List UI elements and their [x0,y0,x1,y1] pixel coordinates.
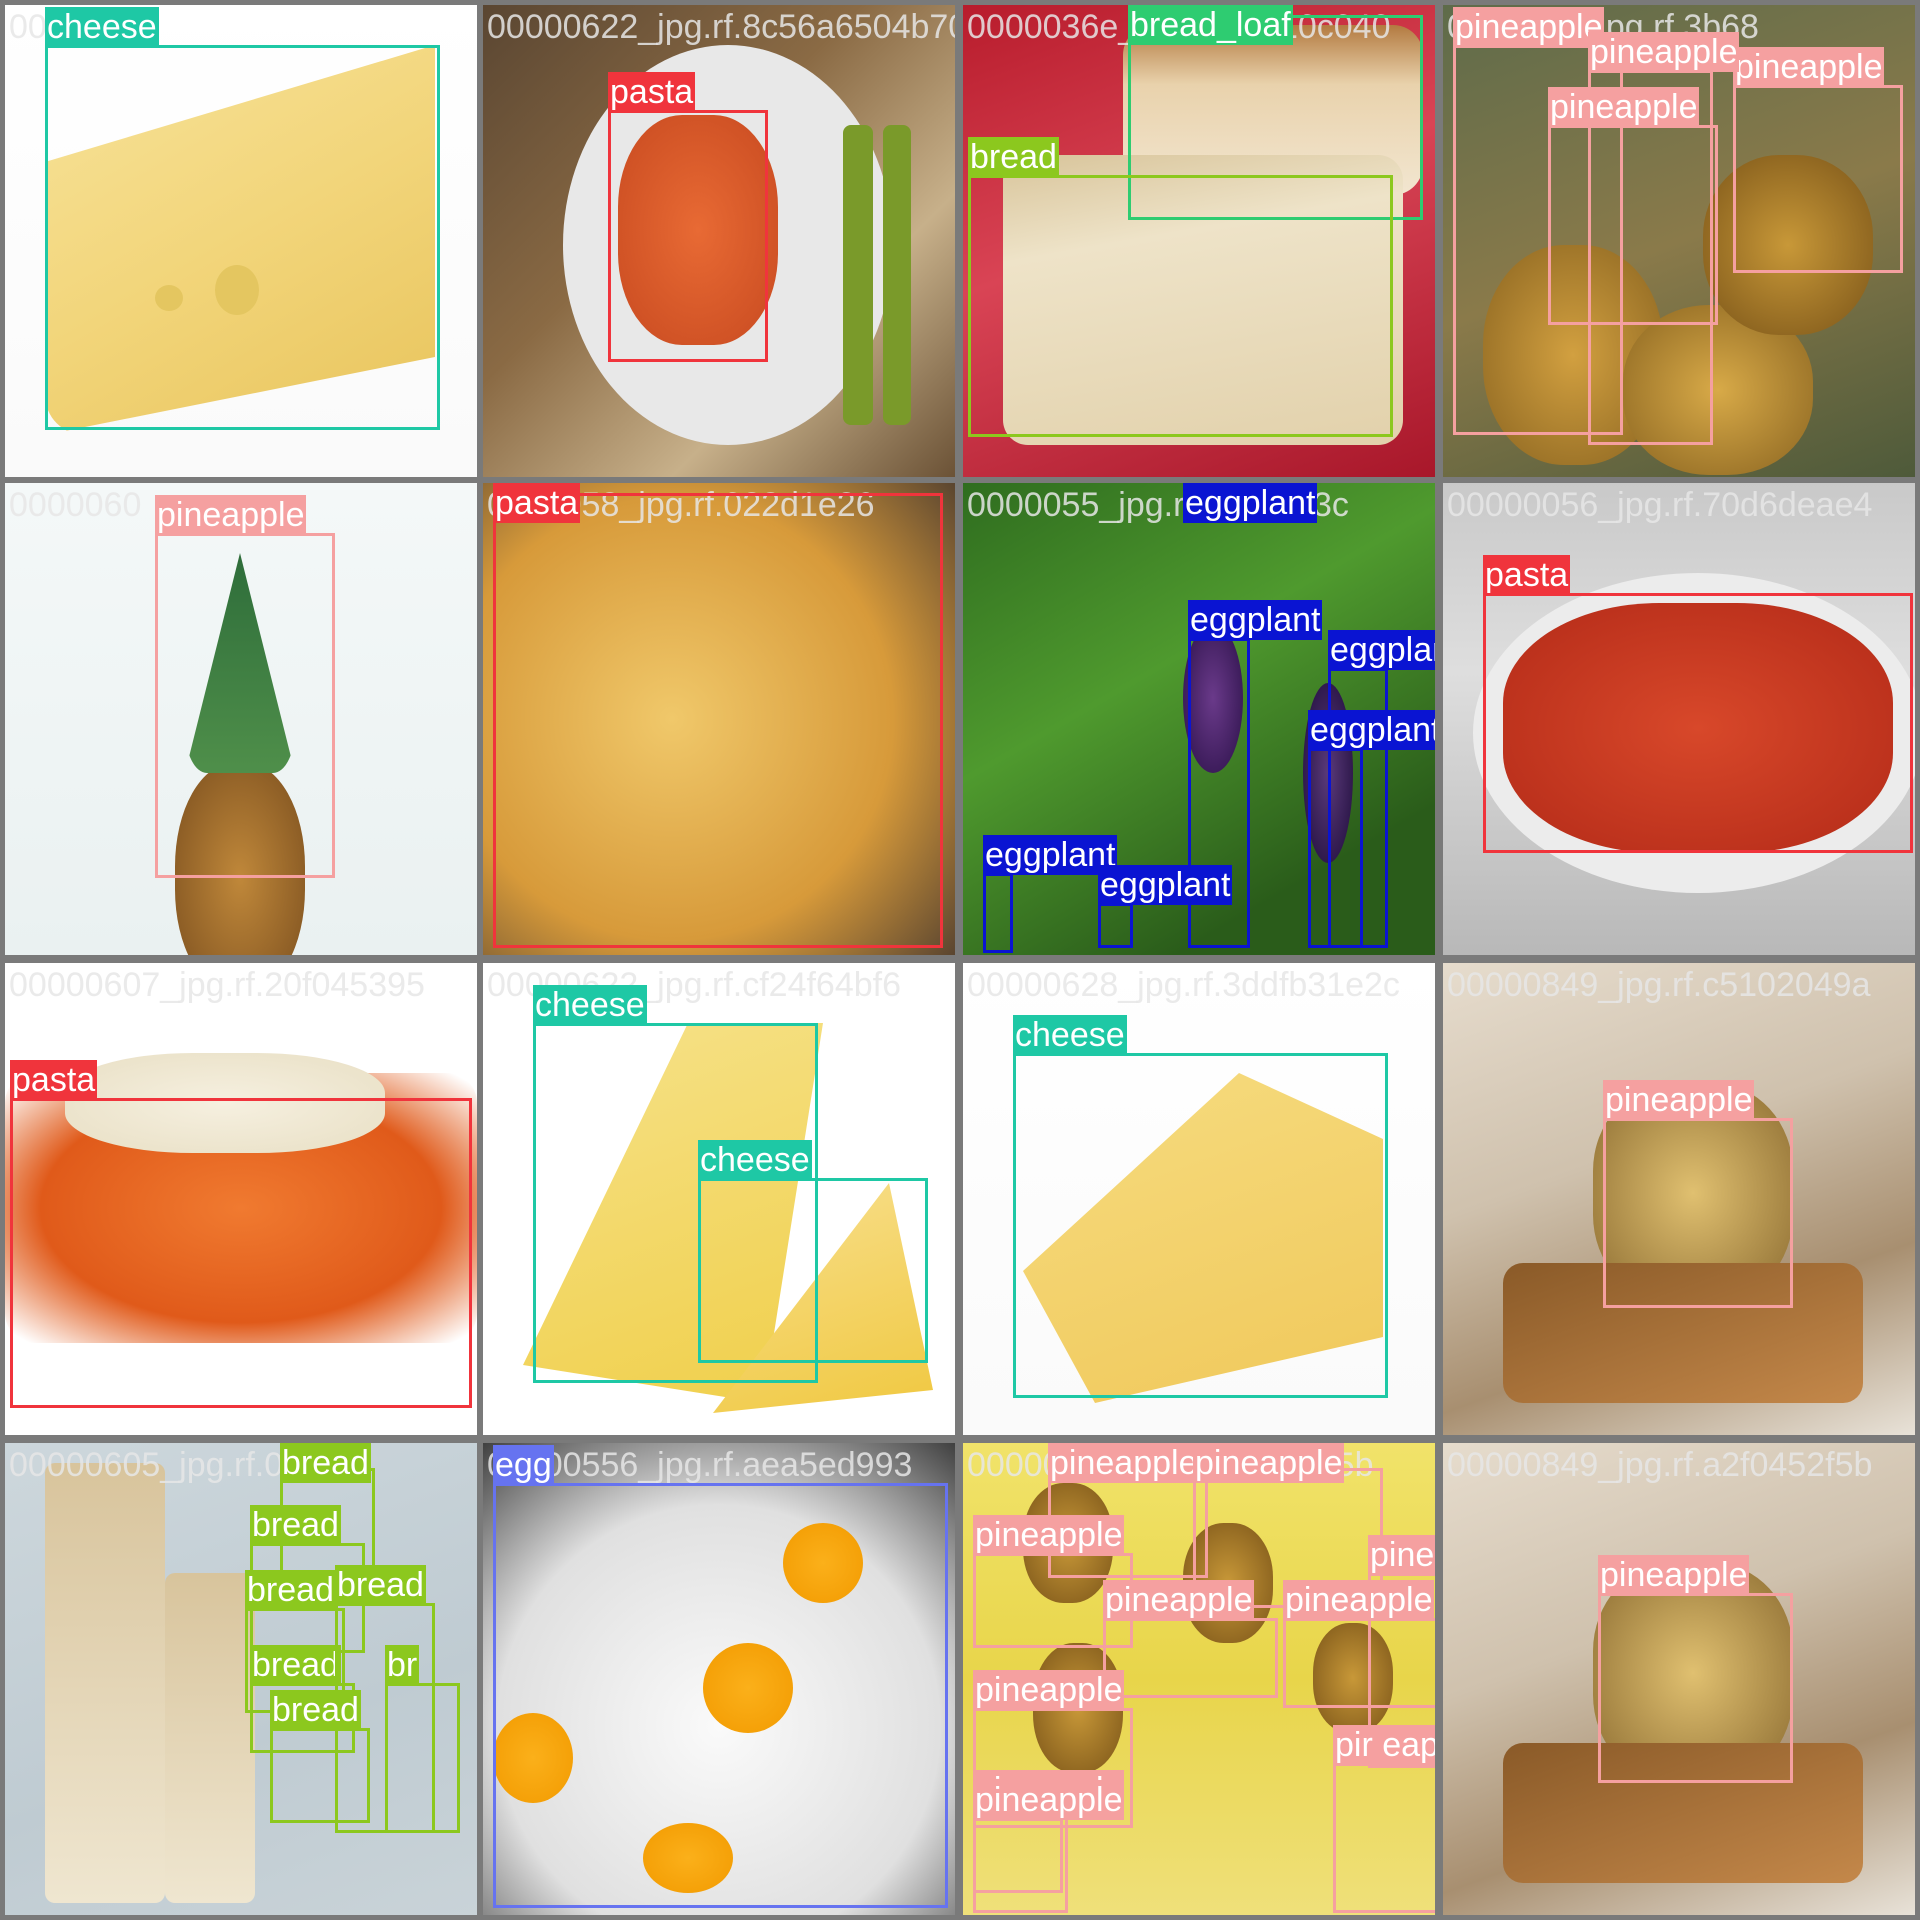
image-tile: 0000090_jpg.rf.3b68pineapplepineapplepin… [1443,5,1915,477]
bounding-box [1733,85,1903,273]
box-label: cheese [698,1140,812,1180]
box-label: pineapple [1368,1535,1435,1575]
box-label: egg [493,1445,554,1485]
bounding-box [698,1178,928,1363]
bounding-box [983,873,1013,953]
box-label: pir eapple [1333,1725,1435,1765]
image-tile: 00000605_jpg.rf.0fc962 bread bread bread bre… [5,1443,477,1915]
box-label: pineapple [973,1780,1125,1820]
box-label: cheese [1013,1015,1127,1055]
box-label: pineapple [1588,32,1740,72]
box-label: pasta [1483,555,1571,595]
image-tile: 0000058_jpg.rf.022d1e26 pasta [483,483,955,955]
box-label: cheese [533,985,647,1025]
box-label: pasta [493,483,581,523]
box-label: pineapple [155,495,307,535]
box-label: cheese [45,7,159,47]
image-tile: 00000622_jpg.rf.8c56a6504b708acc0555past… [483,5,955,477]
bounding-box [1013,1053,1388,1398]
bounding-box [155,533,335,878]
bounding-box [968,175,1393,437]
image-tile: 00000849_jpg.rf.c5102049a pineapple [1443,963,1915,1435]
box-label: pineapple [1548,87,1700,127]
image-tile: 00000849_jpg.rf.a2f0452f5b pineapple [1443,1443,1915,1915]
bounding-box [10,1098,472,1408]
image-tile: 00000056_jpg.rf.70d6deae4 pasta [1443,483,1915,955]
box-label: br [385,1645,420,1685]
image-tile: 00000849_jpg.rf.2f0452f5bpineapplepineap… [963,1443,1435,1915]
bounding-box [493,493,943,948]
bounding-box [1548,125,1718,325]
image-tile: 00 cheese [5,5,477,477]
bounding-box [1598,1593,1793,1783]
box-label: eggplant [1328,630,1435,670]
box-label: pasta [608,72,696,112]
detection-grid: 00cheese00000622_jpg.rf.8c56a6504b708acc… [0,0,1920,1920]
bounding-box [1483,593,1913,853]
box-label: bread [335,1565,426,1605]
bounding-box [608,110,768,362]
box-label: eggplant [1183,483,1318,523]
photo-object [843,125,873,425]
image-tile: 0000060 pineapple [5,483,477,955]
box-label: bread [280,1443,371,1483]
box-label: bread_loaf [1128,5,1293,45]
image-tile: 00000622_jpg.rf.cf24f64bf6 cheese cheese [483,963,955,1435]
box-label: pineapple [973,1670,1125,1710]
bounding-box [1103,1618,1278,1698]
box-label: pasta [10,1060,98,1100]
image-tile: 00000628_jpg.rf.3ddfb31e2c cheese [963,963,1435,1435]
bounding-box [1603,1118,1793,1308]
box-label: bread [270,1690,361,1730]
bounding-box [973,1818,1063,1893]
bounding-box [493,1483,948,1908]
box-label: bread [250,1645,341,1685]
bounding-box [45,45,440,430]
photo-object [45,1463,165,1903]
box-label: pineapple [1103,1580,1255,1620]
box-label: pineapple [1193,1443,1345,1483]
bounding-box [270,1728,370,1823]
bounding-box [1333,1763,1435,1913]
box-label: bread [245,1570,336,1610]
bounding-box [1098,903,1133,948]
image-tile: 0000036e_jpg.rf.16910c040bread_loafbread [963,5,1435,477]
image-tile: 00000556_jpg.rf.aea5ed993 egg [483,1443,955,1915]
box-label: pineapple [1048,1443,1200,1483]
image-tile: 0000055_jpg.rf.718cc03c eggplant eggplant e… [963,483,1435,955]
box-label: bread [250,1505,341,1545]
bounding-box [1308,748,1363,948]
image-tile: 00000607_jpg.rf.20f045395 pasta [5,963,477,1435]
box-label: eggplant [1098,865,1233,905]
box-label: pineapple [1598,1555,1750,1595]
photo-object [165,1573,255,1903]
box-label: pineapple [973,1515,1125,1555]
box-label: pineapple [1603,1080,1755,1120]
box-label: eggplant [1308,710,1435,750]
bounding-box [385,1683,460,1833]
box-label: pineapple [1733,47,1885,87]
photo-object [883,125,911,425]
box-label: bread [968,137,1059,177]
box-label: eggplant [1188,600,1323,640]
box-label: pineapple [1453,7,1605,47]
